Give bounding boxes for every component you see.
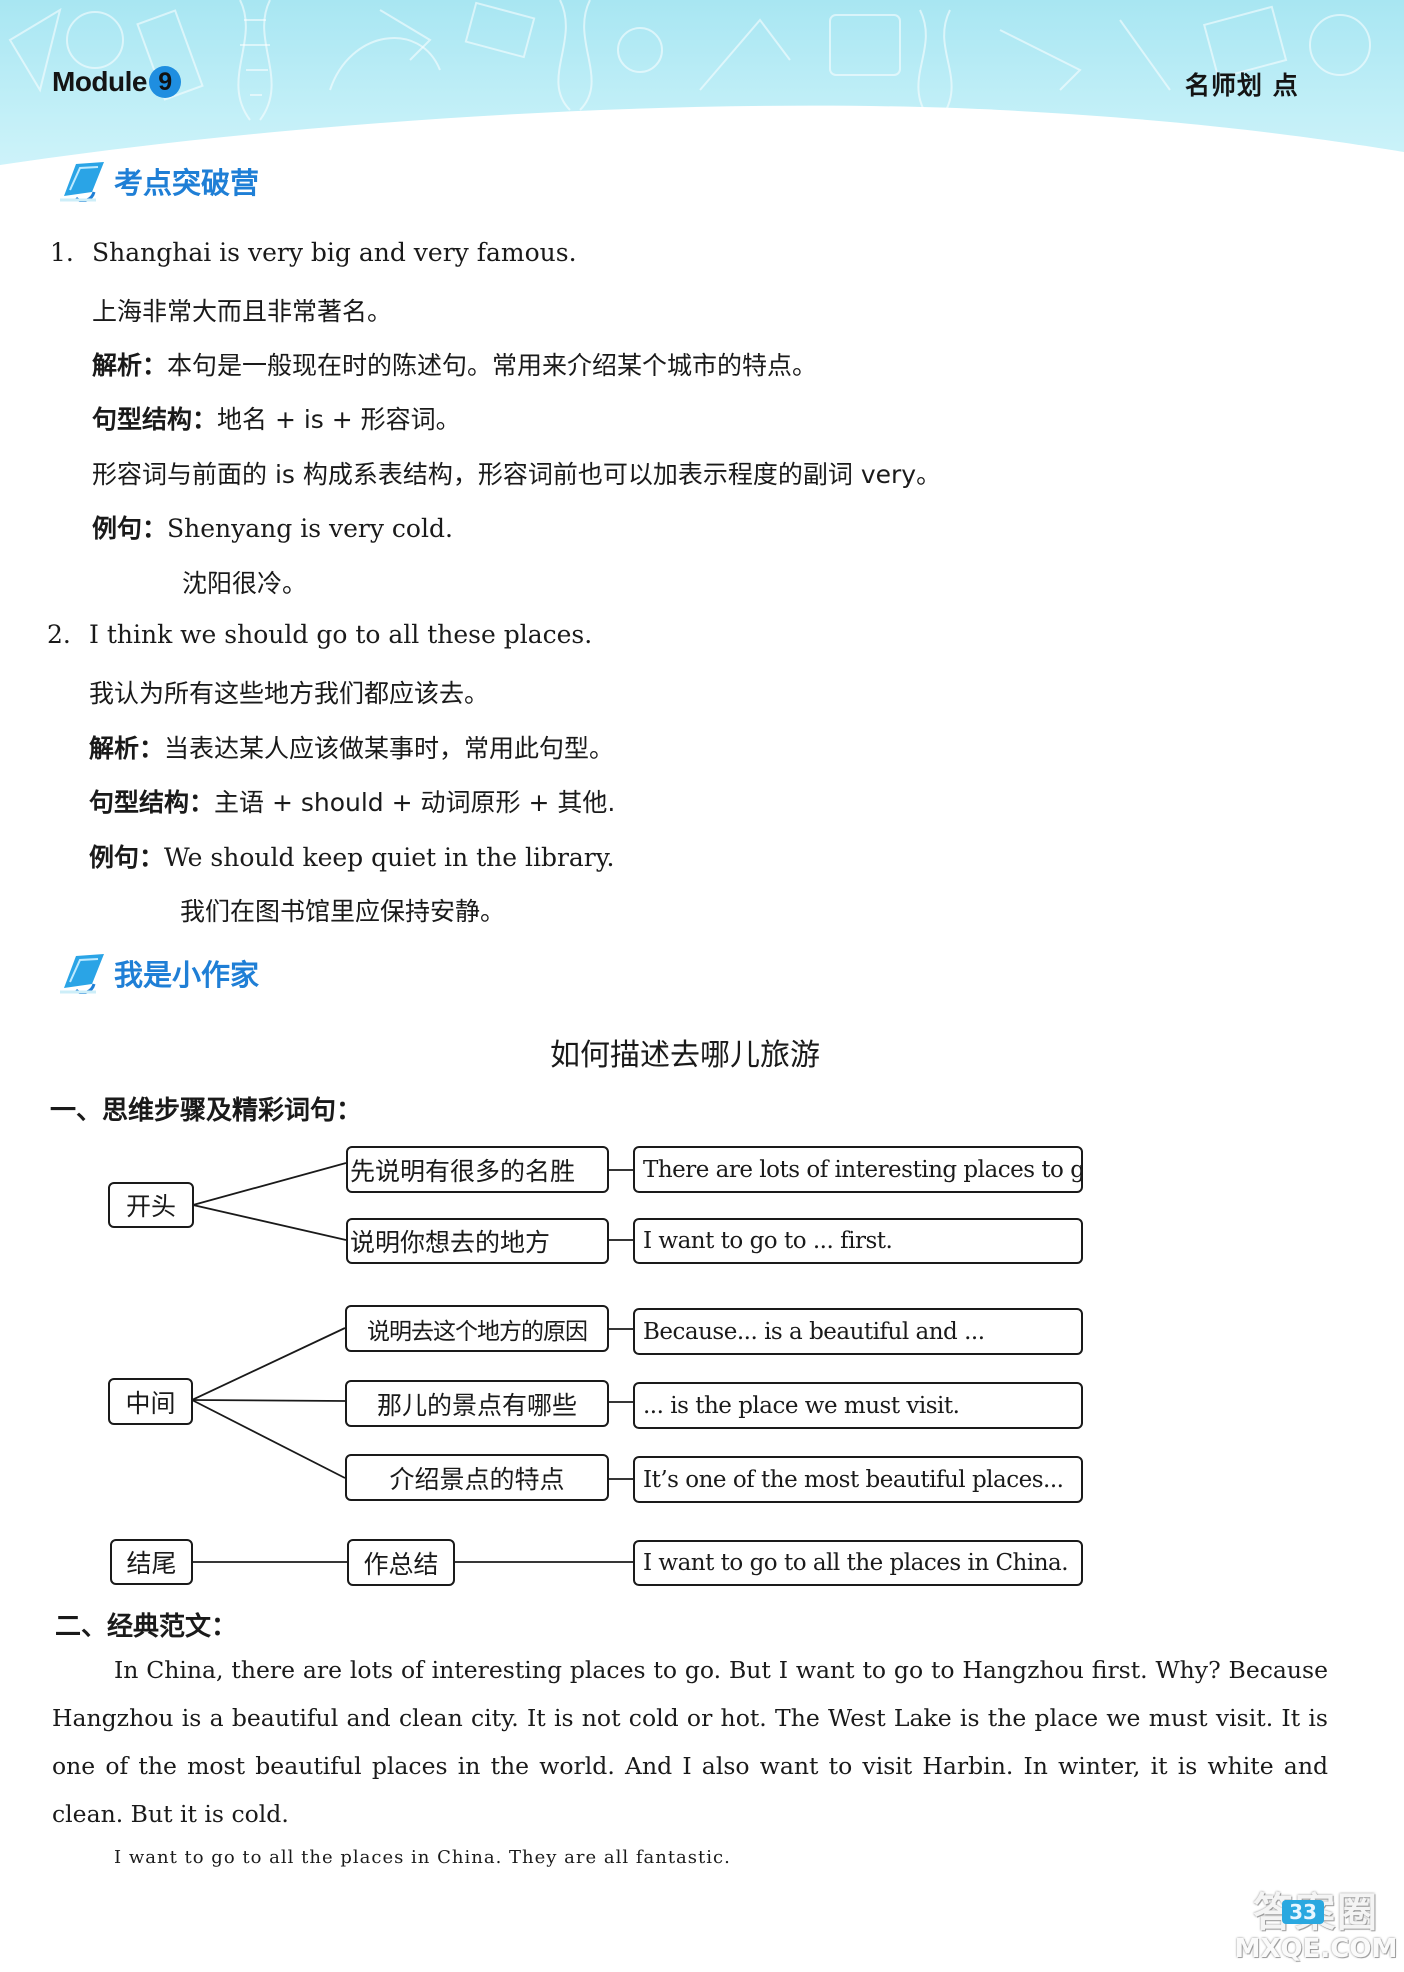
mindmap-step: 先说明有很多的名胜 [346, 1146, 609, 1193]
mindmap-step: 说明去这个地方的原因 [345, 1305, 609, 1352]
watermark-url: MXQE.COM [1234, 1934, 1398, 1964]
section-title: 我是小作家 [114, 958, 260, 992]
mindmap-phrase: ... is the place we must visit. [633, 1382, 1083, 1429]
example-line: 例句：Shenyang is very cold. [92, 509, 453, 545]
analysis-label: 解析： [92, 351, 168, 380]
analysis-text: 当表达某人应该做某事时，常用此句型。 [164, 734, 615, 763]
brand-title: 名师划 点 [1185, 71, 1299, 100]
connector-line [192, 1162, 347, 1206]
mindmap-step: 作总结 [347, 1539, 455, 1586]
example-line: 例句：We should keep quiet in the library. [89, 838, 615, 874]
topic-title: 如何描述去哪儿旅游 [550, 1038, 820, 1073]
example-translation: 我们在图书馆里应保持安静。 [180, 897, 506, 926]
connector-line [192, 1204, 347, 1241]
mindmap-phrase: There are lots of interesting places to … [633, 1146, 1083, 1193]
section-heading-little-writer: 我是小作家 [56, 952, 259, 994]
item-sentence: Shanghai is very big and very famous. [92, 238, 577, 267]
mindmap-group-middle: 中间 [108, 1378, 193, 1425]
structure-text: 地名 + is + 形容词。 [217, 405, 461, 434]
section-title: 考点突破营 [114, 166, 260, 200]
structure-label: 句型结构： [89, 788, 215, 817]
structure-text: 主语 + should + 动词原形 + 其他. [214, 788, 616, 817]
open-book-icon [60, 954, 104, 994]
item-sentence: I think we should go to all these places… [89, 620, 593, 649]
item-translation: 我认为所有这些地方我们都应该去。 [89, 679, 490, 708]
mindmap-group-ending: 结尾 [110, 1539, 193, 1585]
example-text: We should keep quiet in the library. [164, 843, 615, 872]
mindmap-step: 那儿的景点有哪些 [345, 1380, 609, 1427]
structure-label: 句型结构： [92, 405, 218, 434]
analysis-line: 解析：本句是一般现在时的陈述句。常用来介绍某个城市的特点。 [92, 346, 817, 382]
analysis-line: 解析：当表达某人应该做某事时，常用此句型。 [89, 729, 614, 765]
analysis-text: 本句是一般现在时的陈述句。常用来介绍某个城市的特点。 [167, 351, 818, 380]
structure-line: 句型结构：地名 + is + 形容词。 [92, 400, 461, 436]
watermark: 答案圈 MXQE.COM [1228, 1880, 1404, 1972]
mindmap-group-opening: 开头 [108, 1182, 194, 1228]
grammar-note: 形容词与前面的 is 构成系表结构，形容词前也可以加表示程度的副词 very。 [92, 460, 942, 489]
section-heading-exam-points: 考点突破营 [56, 160, 259, 202]
open-book-icon [60, 162, 104, 202]
module-text: Module [52, 66, 148, 97]
item-number: 1. [50, 238, 74, 267]
part1-heading: 一、思维步骤及精彩词句： [50, 1096, 363, 1126]
connector-line [191, 1399, 346, 1402]
mindmap-phrase: I want to go to ... first. [633, 1218, 1083, 1264]
essay-paragraph: In China, there are lots of interesting … [52, 1656, 1328, 1828]
structure-line: 句型结构：主语 + should + 动词原形 + 其他. [89, 783, 615, 819]
example-label: 例句： [92, 514, 168, 543]
mindmap-phrase: I want to go to all the places in China. [633, 1540, 1083, 1586]
page-number: 33 [1282, 1900, 1324, 1924]
module-number-badge: 9 [149, 66, 181, 98]
mindmap-step: 介绍景点的特点 [345, 1454, 609, 1501]
mindmap-phrase: It’s one of the most beautiful places... [633, 1456, 1083, 1503]
example-translation: 沈阳很冷。 [182, 569, 308, 598]
model-essay: In China, there are lots of interesting … [52, 1646, 1328, 1878]
item-translation: 上海非常大而且非常著名。 [92, 297, 393, 326]
mindmap-step: 说明你想去的地方 [346, 1218, 609, 1264]
part2-heading: 二、经典范文： [55, 1612, 238, 1642]
analysis-label: 解析： [89, 734, 165, 763]
connector-line [191, 1399, 346, 1479]
example-text: Shenyang is very cold. [167, 514, 453, 543]
example-label: 例句： [89, 843, 165, 872]
mindmap-phrase: Because... is a beautiful and ... [633, 1308, 1083, 1355]
connector-line [191, 1327, 346, 1401]
module-label: Module 9 [52, 66, 181, 98]
item-number: 2. [47, 620, 71, 649]
essay-paragraph: I want to go to all the places in China.… [114, 1847, 731, 1868]
